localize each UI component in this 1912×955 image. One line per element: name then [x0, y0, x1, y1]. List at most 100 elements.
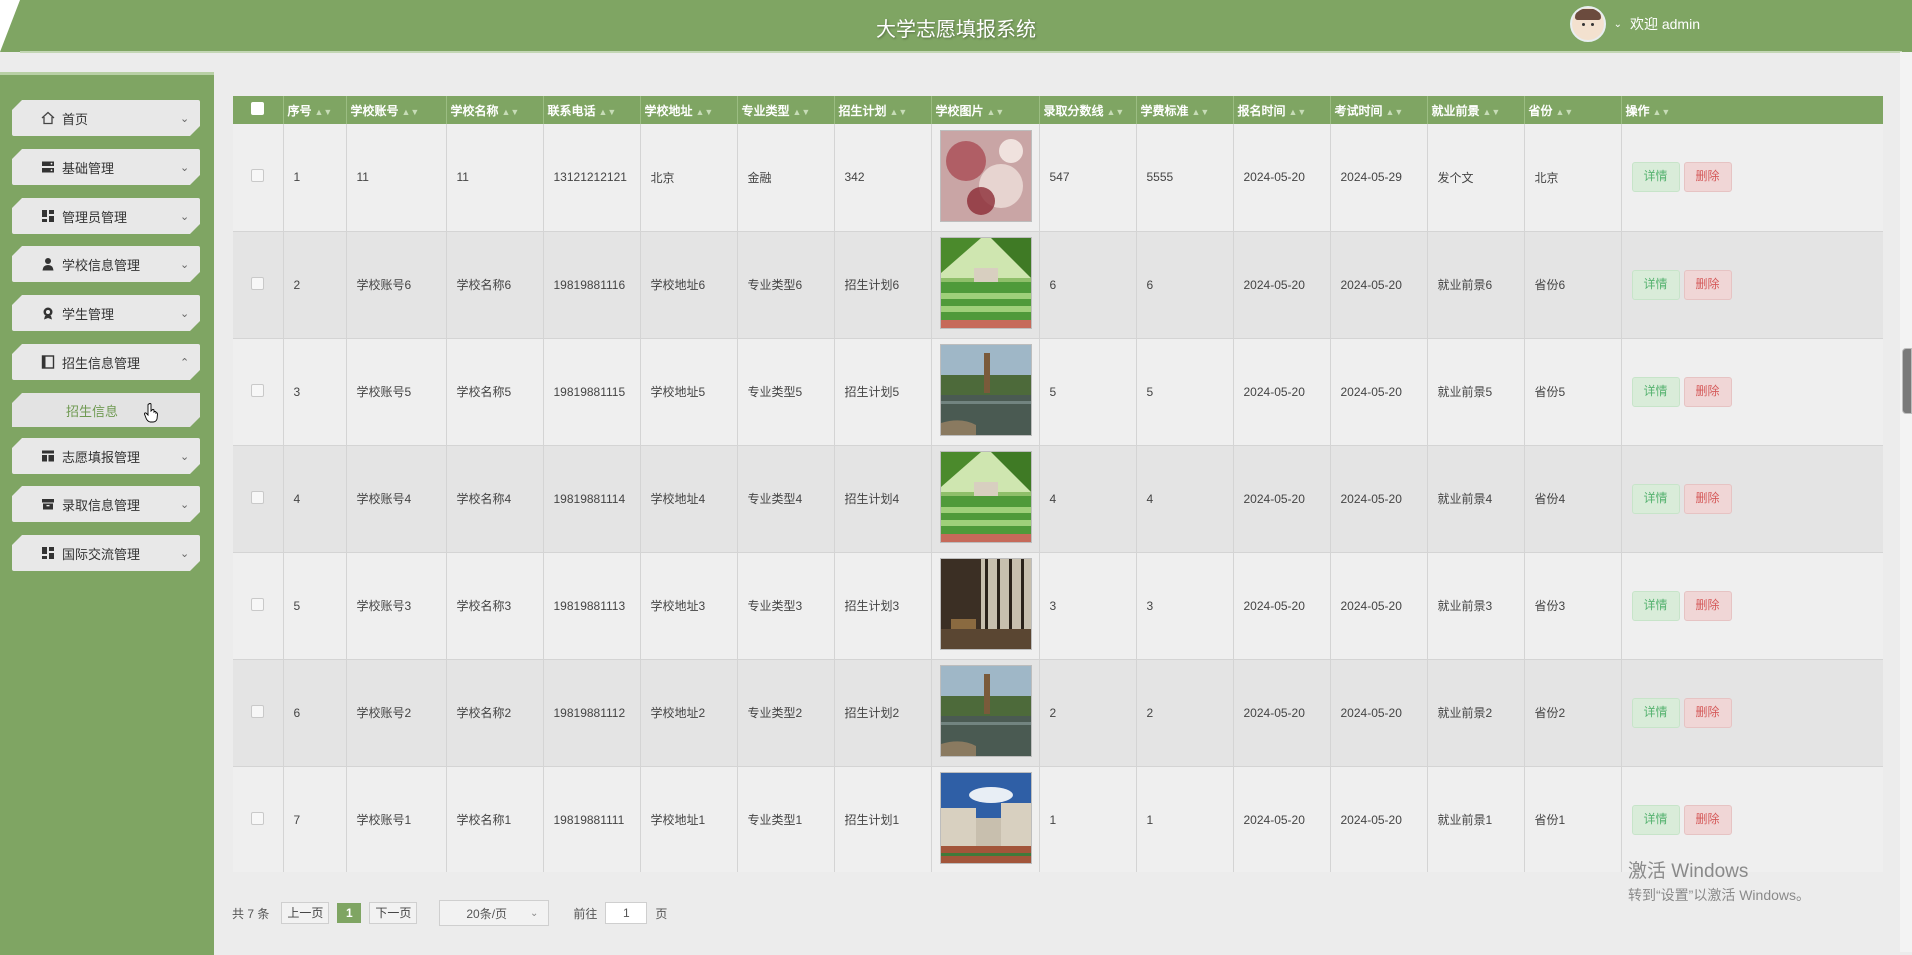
cell-image[interactable] [931, 766, 1040, 872]
table-row[interactable]: 4 学校账号4 学校名称4 19819881114 学校地址4 专业类型4 招生计划4 4 4 2… [233, 445, 1883, 553]
sidebar-item-7[interactable]: 录取信息管理 ⌄ [12, 486, 200, 522]
sort-icon[interactable]: ▲▼ [1386, 107, 1404, 117]
table-row[interactable]: 6 学校账号2 学校名称2 19819881112 学校地址2 专业类型2 招生计划2 2 2 2… [233, 659, 1883, 767]
sort-icon[interactable]: ▲▼ [890, 107, 908, 117]
column-header[interactable]: 招生计划 ▲▼ [834, 96, 932, 124]
column-header[interactable]: 学费标准 ▲▼ [1136, 96, 1234, 124]
delete-button[interactable]: 删除 [1683, 162, 1732, 193]
column-header[interactable]: 就业前景 ▲▼ [1427, 96, 1525, 124]
row-checkbox[interactable] [251, 811, 265, 825]
cell-phone: 19819881111 [543, 766, 641, 872]
row-checkbox[interactable] [251, 490, 265, 504]
column-header[interactable]: 录取分数线 ▲▼ [1039, 96, 1137, 124]
cell-exam: 2024-05-20 [1330, 659, 1428, 767]
avatar[interactable] [1569, 6, 1606, 42]
sort-icon[interactable]: ▲▼ [1556, 107, 1574, 117]
cell-image[interactable] [931, 124, 1040, 232]
detail-button[interactable]: 详情 [1631, 376, 1680, 407]
sort-icon[interactable]: ▲▼ [987, 107, 1005, 117]
cell-reg: 2024-05-20 [1233, 766, 1331, 872]
delete-button[interactable]: 删除 [1683, 269, 1732, 300]
cell-major: 专业类型6 [737, 231, 835, 339]
cell-image[interactable] [931, 552, 1040, 660]
table-row[interactable]: 3 学校账号5 学校名称5 19819881115 学校地址5 专业类型5 招生计划5 5 5 2… [233, 338, 1883, 446]
page-1-button[interactable]: 1 [337, 903, 362, 923]
table-row[interactable]: 5 学校账号3 学校名称3 19819881113 学校地址3 专业类型3 招生计划3 3 3 2… [233, 552, 1883, 660]
cell-address: 学校地址5 [640, 338, 738, 446]
row-checkbox[interactable] [251, 597, 265, 611]
user-menu[interactable]: ⌄ 欢迎 admin [1569, 6, 1700, 42]
sort-icon[interactable]: ▲▼ [696, 107, 714, 117]
column-header[interactable]: 专业类型 ▲▼ [737, 96, 835, 124]
campus-field-image[interactable] [939, 451, 1032, 543]
page-jump-input[interactable]: 1 [605, 902, 648, 924]
sidebar-item-5[interactable]: 招生信息管理 ⌃ [12, 344, 200, 380]
campus-field-image[interactable] [939, 237, 1032, 329]
sidebar-item-4[interactable]: 学生管理 ⌄ [12, 295, 200, 331]
sidebar-item-3[interactable]: 学校信息管理 ⌄ [12, 246, 200, 282]
cell-image[interactable] [931, 338, 1040, 446]
table-row[interactable]: 1 11 11 13121212121 北京 金融 342 547 5555 2024-05-20… [233, 124, 1883, 232]
column-header[interactable]: 序号 ▲▼ [283, 96, 347, 124]
sort-icon[interactable]: ▲▼ [1107, 107, 1125, 117]
sort-icon[interactable]: ▲▼ [793, 107, 811, 117]
delete-button[interactable]: 删除 [1683, 376, 1732, 407]
detail-button[interactable]: 详情 [1631, 590, 1680, 621]
sort-icon[interactable]: ▲▼ [1192, 107, 1210, 117]
detail-button[interactable]: 详情 [1631, 697, 1680, 728]
sort-icon[interactable]: ▲▼ [402, 107, 420, 117]
cell-image[interactable] [931, 445, 1040, 553]
row-checkbox[interactable] [251, 704, 265, 718]
cell-account: 学校账号5 [346, 338, 447, 446]
sort-icon[interactable]: ▲▼ [1653, 107, 1671, 117]
sidebar-item-label: 录取信息管理 [62, 497, 141, 513]
delete-button[interactable]: 删除 [1683, 590, 1732, 621]
column-header[interactable]: 考试时间 ▲▼ [1330, 96, 1428, 124]
delete-button[interactable]: 删除 [1683, 804, 1732, 835]
column-header[interactable]: 报名时间 ▲▼ [1233, 96, 1331, 124]
column-header[interactable]: 学校账号 ▲▼ [346, 96, 447, 124]
building-sky-image[interactable] [939, 772, 1032, 864]
sidebar-item-6[interactable]: 志愿填报管理 ⌄ [12, 438, 200, 474]
sort-icon[interactable]: ▲▼ [599, 107, 617, 117]
delete-button[interactable]: 删除 [1683, 697, 1732, 728]
next-page-button[interactable]: 下一页 [369, 902, 418, 924]
select-all-checkbox[interactable] [251, 102, 265, 115]
sidebar-item-2[interactable]: 管理员管理 ⌄ [12, 198, 200, 234]
detail-button[interactable]: 详情 [1631, 162, 1680, 193]
pink-image[interactable] [939, 129, 1032, 222]
sort-icon[interactable]: ▲▼ [1289, 107, 1307, 117]
lake-tower-image[interactable] [939, 344, 1032, 436]
page-scrollbar[interactable] [1900, 52, 1912, 952]
column-header[interactable]: 省份 ▲▼ [1524, 96, 1622, 124]
page-size-select[interactable]: 20条/页 ⌄ [439, 900, 550, 926]
submenu-item-enrollment-info[interactable]: 招生信息 [12, 393, 200, 427]
column-header[interactable]: 学校地址 ▲▼ [640, 96, 738, 124]
detail-button[interactable]: 详情 [1631, 804, 1680, 835]
detail-button[interactable]: 详情 [1631, 483, 1680, 514]
sidebar-item-0[interactable]: 首页 ⌄ [12, 100, 200, 136]
sort-icon[interactable]: ▲▼ [502, 107, 520, 117]
row-checkbox[interactable] [251, 169, 265, 183]
cell-province: 省份3 [1524, 552, 1622, 660]
sidebar-item-1[interactable]: 基础管理 ⌄ [12, 149, 200, 185]
detail-button[interactable]: 详情 [1631, 269, 1680, 300]
chevron-down-icon[interactable]: ⌄ [1614, 19, 1622, 30]
cell-image[interactable] [931, 231, 1040, 339]
column-header[interactable]: 学校图片 ▲▼ [931, 96, 1040, 124]
column-header[interactable]: 学校名称 ▲▼ [446, 96, 544, 124]
column-header[interactable]: 操作 ▲▼ [1621, 96, 1883, 124]
scrollbar-thumb[interactable] [1902, 348, 1912, 414]
prev-page-button[interactable]: 上一页 [281, 902, 330, 924]
library-image[interactable] [939, 558, 1032, 650]
sort-icon[interactable]: ▲▼ [1483, 107, 1501, 117]
cell-image[interactable] [931, 659, 1040, 767]
row-checkbox[interactable] [251, 383, 265, 397]
column-header[interactable]: 联系电话 ▲▼ [543, 96, 641, 124]
sidebar-item-8[interactable]: 国际交流管理 ⌄ [12, 535, 200, 571]
row-checkbox[interactable] [251, 276, 265, 290]
table-row[interactable]: 2 学校账号6 学校名称6 19819881116 学校地址6 专业类型6 招生计划6 6 6 2… [233, 231, 1883, 339]
delete-button[interactable]: 删除 [1683, 483, 1732, 514]
lake-tower-image[interactable] [939, 665, 1032, 757]
sort-icon[interactable]: ▲▼ [315, 107, 333, 117]
